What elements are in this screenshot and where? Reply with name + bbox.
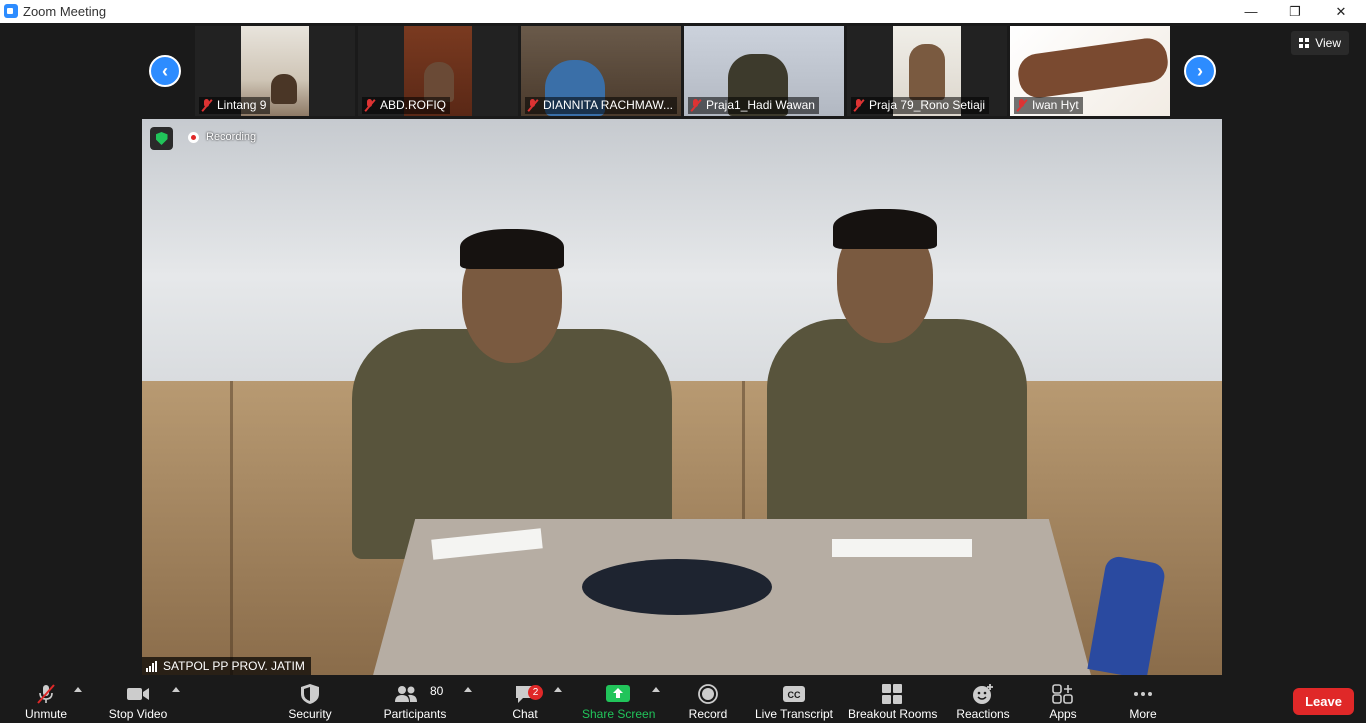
share-screen-label: Share Screen [582,707,656,721]
reactions-label: Reactions [956,707,1010,721]
chevron-left-icon: ‹ [162,60,168,81]
hair [833,209,937,249]
reactions-smiley-icon [973,684,993,704]
chat-label: Chat [512,707,538,721]
share-screen-icon [606,685,630,702]
participant-tile[interactable]: Iwan Hyt [1010,26,1170,116]
audio-options-caret[interactable] [74,687,82,692]
more-label: More [1129,707,1157,721]
next-page-button[interactable]: › [1184,55,1216,87]
participant-tile[interactable]: DIANNITA RACHMAW... [521,26,681,116]
grid-view-icon [1299,38,1310,48]
hair [460,229,564,269]
participants-options-caret[interactable] [464,687,472,692]
participants-label: Participants [383,707,447,721]
restore-button[interactable]: ❐ [1272,0,1318,23]
participant-name: DIANNITA RACHMAW... [525,97,678,114]
mic-muted-icon [364,99,376,112]
title-bar: Zoom Meeting — ❐ ✕ [0,0,1366,23]
main-video: Recording SATPOL PP PROV. JATIM [142,119,1222,675]
uniform [767,319,1027,549]
participant-tile[interactable]: Lintang 9 [195,26,355,116]
officer-right [767,209,1027,549]
panel-seam [230,381,233,675]
more-button[interactable]: More [1122,675,1164,723]
mic-muted-icon [201,99,213,112]
window-title: Zoom Meeting [23,4,107,19]
reactions-button[interactable]: Reactions [954,675,1012,723]
participant-name: Lintang 9 [199,97,271,114]
video-options-caret[interactable] [172,687,180,692]
mic-muted-icon [37,684,55,704]
participant-tile[interactable]: Praja1_Hadi Wawan [684,26,844,116]
minimize-button[interactable]: — [1228,0,1274,23]
participants-count: 80 [430,684,444,698]
encryption-shield-icon[interactable] [150,127,173,150]
participant-name: Praja 79_Rono Setiaji [851,97,990,114]
zoom-app-icon [4,4,18,18]
apps-label: Apps [1049,707,1077,721]
officer-left [352,229,672,559]
record-icon [698,684,718,704]
share-options-caret[interactable] [652,687,660,692]
signal-strength-icon [146,660,158,672]
mic-muted-icon [690,99,702,112]
conference-speakerphone [582,559,772,615]
record-label: Record [688,707,728,721]
chat-icon: 2 [513,683,543,705]
paper-document [832,539,972,557]
participants-icon [394,686,417,702]
participant-name: ABD.ROFIQ [362,97,451,114]
view-button[interactable]: View [1291,31,1349,55]
video-camera-icon [127,688,149,700]
mic-muted-icon [1016,99,1028,112]
breakout-rooms-button[interactable]: Breakout Rooms [848,675,938,723]
participant-name: Praja1_Hadi Wawan [688,97,819,114]
person-silhouette [271,74,297,104]
chat-unread-badge: 2 [528,685,543,700]
live-transcript-label: Live Transcript [754,707,834,721]
mic-muted-icon [853,99,865,112]
record-button[interactable]: Record [686,675,730,723]
security-shield-icon [301,684,319,704]
chevron-right-icon: › [1197,60,1203,81]
recording-indicator[interactable]: Recording [188,131,256,143]
participant-strip: ‹ Lintang 9 ABD.ROFIQ DIANNITA RACHMAW..… [0,23,1366,119]
meeting-toolbar: Unmute Stop Video Security 80 Participan… [0,675,1366,723]
more-dots-icon [1134,692,1152,696]
participants-button[interactable]: 80 Participants [382,675,448,723]
live-transcript-button[interactable]: CC Live Transcript [754,675,834,723]
background-wall [142,119,1222,381]
security-button[interactable]: Security [280,675,340,723]
unmute-button[interactable]: Unmute [16,675,76,723]
security-label: Security [288,707,332,721]
person-silhouette [424,62,454,102]
unmute-label: Unmute [24,707,68,721]
mic-muted-icon [527,99,539,112]
previous-page-button[interactable]: ‹ [149,55,181,87]
chat-options-caret[interactable] [554,687,562,692]
share-screen-button[interactable]: Share Screen [582,675,656,723]
close-button[interactable]: ✕ [1318,0,1364,23]
stop-video-label: Stop Video [108,707,168,721]
stop-video-button[interactable]: Stop Video [104,675,172,723]
apps-icon [1052,684,1073,704]
svg-text:CC: CC [788,690,801,700]
recording-dot-icon [188,131,199,143]
participant-tile[interactable]: Praja 79_Rono Setiaji [847,26,1007,116]
participant-tile[interactable]: ABD.ROFIQ [358,26,518,116]
person-silhouette [909,44,945,100]
active-speaker-name: SATPOL PP PROV. JATIM [142,657,311,675]
apps-button[interactable]: Apps [1042,675,1084,723]
chat-button[interactable]: 2 Chat [504,675,546,723]
breakout-rooms-icon [882,684,902,704]
closed-caption-icon: CC [783,686,805,702]
breakout-rooms-label: Breakout Rooms [848,707,938,721]
leave-button[interactable]: Leave [1293,688,1354,715]
participant-name: Iwan Hyt [1014,97,1083,114]
